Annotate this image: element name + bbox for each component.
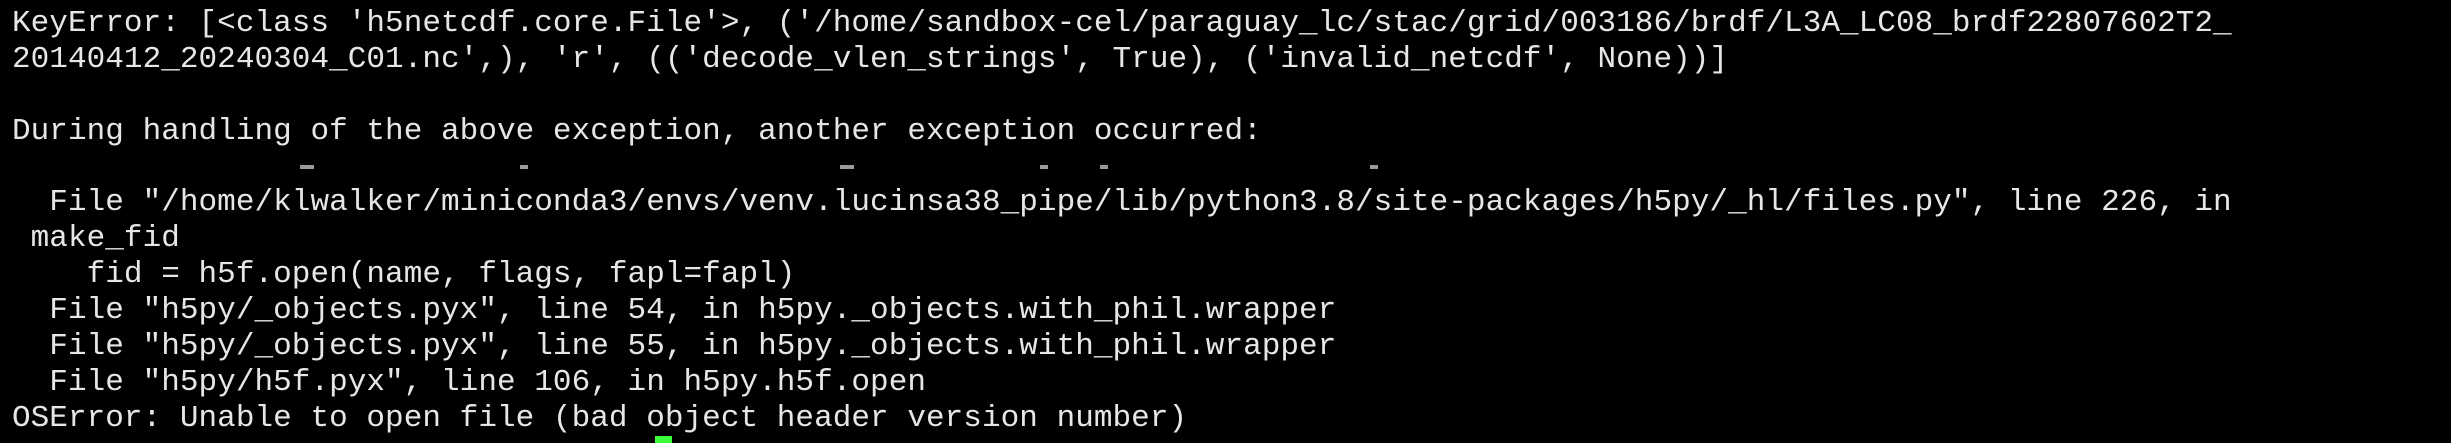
traceback-line: make_fid bbox=[12, 221, 180, 256]
partially-scrolled-text-fragment bbox=[1100, 165, 1108, 169]
traceback-line: File "/home/klwalker/miniconda3/envs/ven… bbox=[12, 185, 2232, 220]
exception-chain-message: During handling of the above exception, … bbox=[12, 114, 1262, 149]
traceback-code-line: fid = h5f.open(name, flags, fapl=fapl) bbox=[12, 257, 796, 292]
traceback-line: File "h5py/h5f.pyx", line 106, in h5py.h… bbox=[12, 365, 926, 400]
partially-scrolled-text-fragment bbox=[1040, 165, 1048, 169]
partially-scrolled-text-fragment bbox=[520, 165, 528, 169]
traceback-line: File "h5py/_objects.pyx", line 54, in h5… bbox=[12, 293, 1337, 328]
partially-scrolled-text-fragment bbox=[840, 165, 854, 169]
partially-scrolled-text-fragment bbox=[1370, 165, 1378, 169]
traceback-line: KeyError: [<class 'h5netcdf.core.File'>,… bbox=[12, 6, 2232, 41]
error-message-line: OSError: Unable to open file (bad object… bbox=[12, 401, 1188, 436]
traceback-line: 20140412_20240304_C01.nc',), 'r', (('dec… bbox=[12, 42, 1729, 77]
partially-scrolled-text-fragment bbox=[300, 165, 314, 169]
terminal-cursor bbox=[655, 436, 672, 443]
traceback-line: File "h5py/_objects.pyx", line 55, in h5… bbox=[12, 329, 1337, 364]
terminal-window[interactable]: KeyError: [<class 'h5netcdf.core.File'>,… bbox=[0, 0, 2451, 443]
